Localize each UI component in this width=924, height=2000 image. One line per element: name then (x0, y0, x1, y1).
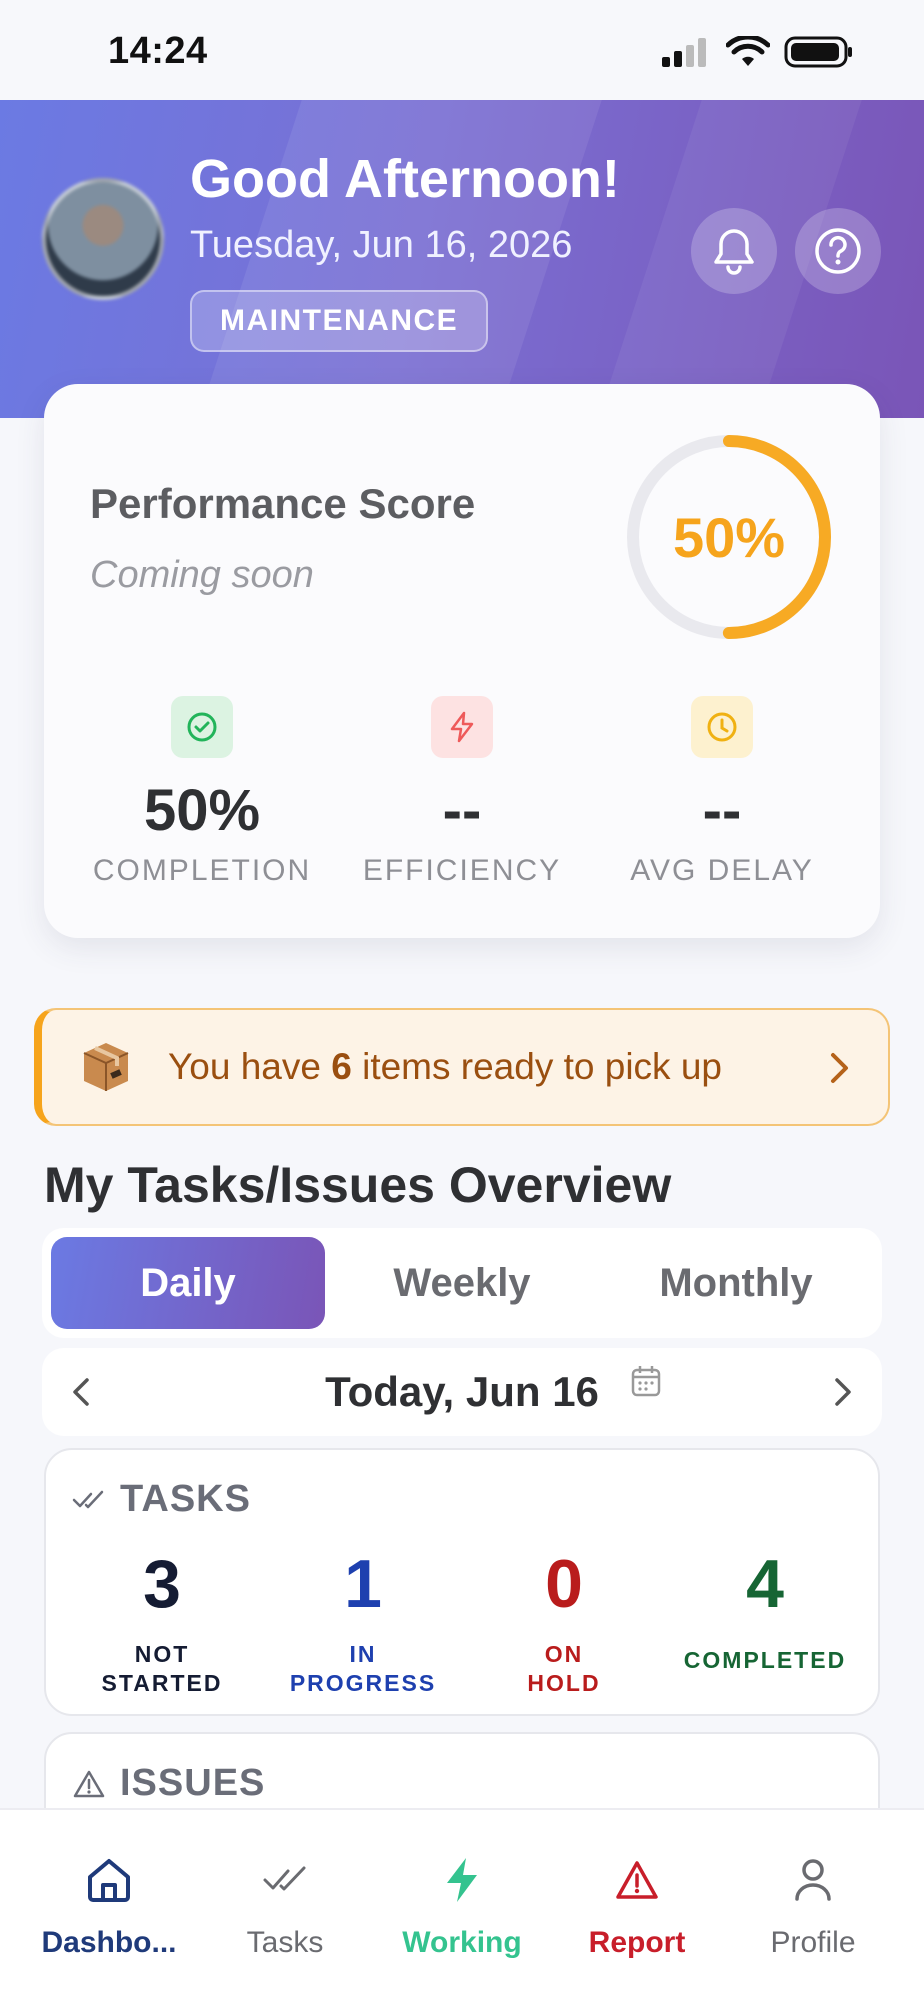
tab-daily[interactable]: Daily (51, 1237, 325, 1329)
efficiency-value: -- (442, 778, 482, 843)
bottom-nav: Dashbo... Tasks Working Report Profile (0, 1808, 924, 2000)
role-badge: MAINTENANCE (190, 290, 489, 352)
tasks-not-started[interactable]: 3 NOT STARTED (62, 1544, 262, 1698)
lightning-icon (431, 696, 493, 758)
tasks-on-hold[interactable]: 0 ON HOLD (464, 1544, 664, 1698)
double-check-icon (72, 1490, 104, 1508)
stat-completion: 50% COMPLETION (72, 696, 332, 888)
tasks-in-progress[interactable]: 1 IN PROGRESS (263, 1544, 463, 1698)
completion-value: 50% (143, 778, 261, 843)
package-icon (83, 1043, 129, 1091)
date-navigator: Today, Jun 16 (42, 1348, 882, 1436)
clock-icon (691, 696, 753, 758)
signal-icon (662, 38, 706, 67)
tasks-heading: TASKS (72, 1478, 251, 1521)
nav-report[interactable]: Report (552, 1850, 722, 1960)
battery-icon (784, 36, 852, 68)
greeting: Good Afternoon! (190, 149, 620, 209)
help-button[interactable] (795, 208, 881, 294)
chevron-right-icon (831, 1053, 848, 1083)
selected-date[interactable]: Today, Jun 16 (42, 1368, 882, 1416)
warning-icon (73, 1770, 105, 1797)
header-banner: Good Afternoon! Tuesday, Jun 16, 2026 MA… (0, 100, 924, 418)
pickup-count: 6 (331, 1046, 352, 1087)
avg-delay-label: AVG DELAY (630, 854, 814, 887)
completion-label: COMPLETION (92, 854, 312, 887)
lightning-icon (377, 1850, 547, 1910)
pickup-banner[interactable]: You have 6 items ready to pick up (34, 1008, 890, 1126)
nav-tasks[interactable]: Tasks (200, 1850, 370, 1960)
check-circle-icon (171, 696, 233, 758)
tab-weekly[interactable]: Weekly (325, 1237, 599, 1329)
efficiency-label: EFFICIENCY (362, 854, 562, 887)
tasks-card[interactable]: TASKS 3 NOT STARTED 1 IN PROGRESS 0 ON HOLD… (44, 1448, 880, 1716)
avg-delay-value: -- (702, 778, 742, 843)
nav-working[interactable]: Working (377, 1850, 547, 1960)
notifications-button[interactable] (691, 208, 777, 294)
bell-icon (714, 229, 754, 275)
score-value: 50% (672, 505, 786, 569)
double-check-icon (200, 1850, 370, 1910)
period-tabs: Daily Weekly Monthly (42, 1228, 882, 1338)
nav-profile[interactable]: Profile (728, 1850, 898, 1960)
status-icons (662, 36, 854, 68)
person-icon (728, 1850, 898, 1910)
performance-subtitle: Coming soon (90, 554, 314, 596)
help-icon (815, 228, 861, 274)
nav-dashboard[interactable]: Dashbo... (24, 1850, 194, 1960)
tab-monthly[interactable]: Monthly (599, 1237, 873, 1329)
stat-avg-delay: -- AVG DELAY (592, 696, 852, 888)
tasks-completed[interactable]: 4 COMPLETED (665, 1544, 865, 1675)
warning-icon (552, 1850, 722, 1910)
chevron-right-icon[interactable] (832, 1376, 854, 1408)
wifi-icon (726, 36, 770, 66)
home-icon (24, 1850, 194, 1910)
performance-title: Performance Score (90, 480, 476, 527)
stat-efficiency: -- EFFICIENCY (332, 696, 592, 888)
status-bar: 14:24 (0, 0, 924, 100)
overview-title: My Tasks/Issues Overview (44, 1157, 672, 1213)
performance-card: Performance Score Coming soon 50% 50% CO… (44, 384, 880, 938)
status-time: 14:24 (108, 30, 208, 72)
calendar-icon[interactable] (630, 1364, 662, 1398)
pickup-message: You have 6 items ready to pick up (168, 1046, 722, 1087)
avatar[interactable] (42, 178, 164, 300)
current-date: Tuesday, Jun 16, 2026 (190, 224, 573, 266)
issues-heading: ISSUES (72, 1762, 265, 1805)
